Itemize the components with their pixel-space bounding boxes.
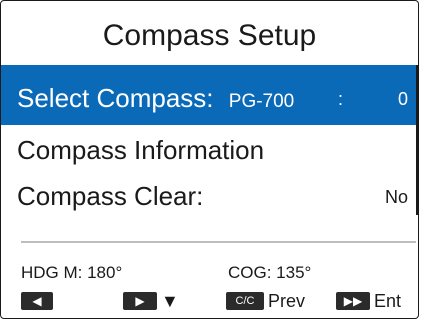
scrollbar[interactable]: [416, 65, 418, 215]
softkey-enter[interactable]: ▶▶ Ent: [336, 290, 401, 312]
softkey-prev[interactable]: C/C Prev: [226, 290, 305, 312]
menu-item-label: Select Compass: PG-700: [17, 83, 294, 114]
softkey-label-ent: Ent: [374, 290, 402, 311]
softkey-right[interactable]: ▶ ▼: [123, 290, 179, 312]
compass-model: PG-700: [228, 91, 295, 112]
fast-forward-icon: ▶▶: [336, 292, 370, 310]
page-title: Compass Setup: [102, 19, 317, 52]
softkey-label-prev: Prev: [268, 290, 306, 311]
softkey-bar: ◀ ▶ ▼ C/C Prev ▶▶ Ent: [1, 288, 418, 318]
select-compass-value: 0: [397, 89, 408, 109]
menu-item-label: Compass Clear:: [17, 181, 204, 211]
right-arrow-icon: ▶: [123, 292, 157, 310]
menu-item-compass-clear[interactable]: Compass Clear: No: [1, 169, 416, 229]
down-arrow-icon: ▼: [161, 290, 179, 311]
cog-readout: COG: 135°: [228, 263, 312, 282]
left-arrow-icon: ◀: [21, 292, 53, 310]
separator: :: [338, 89, 344, 109]
divider: [21, 241, 416, 243]
menu-item-select-compass[interactable]: Select Compass: PG-700 : 0: [1, 65, 416, 125]
screen-frame: Compass Setup Select Compass: PG-700 : 0…: [0, 0, 419, 319]
cancel-clear-icon: C/C: [226, 292, 264, 310]
menu-item-label: Compass Information: [17, 135, 265, 165]
heading-readout: HDG M: 180°: [21, 263, 123, 282]
select-compass-label: Select Compass:: [17, 83, 214, 113]
softkey-left[interactable]: ◀: [21, 290, 53, 312]
compass-clear-value: No: [384, 187, 408, 207]
